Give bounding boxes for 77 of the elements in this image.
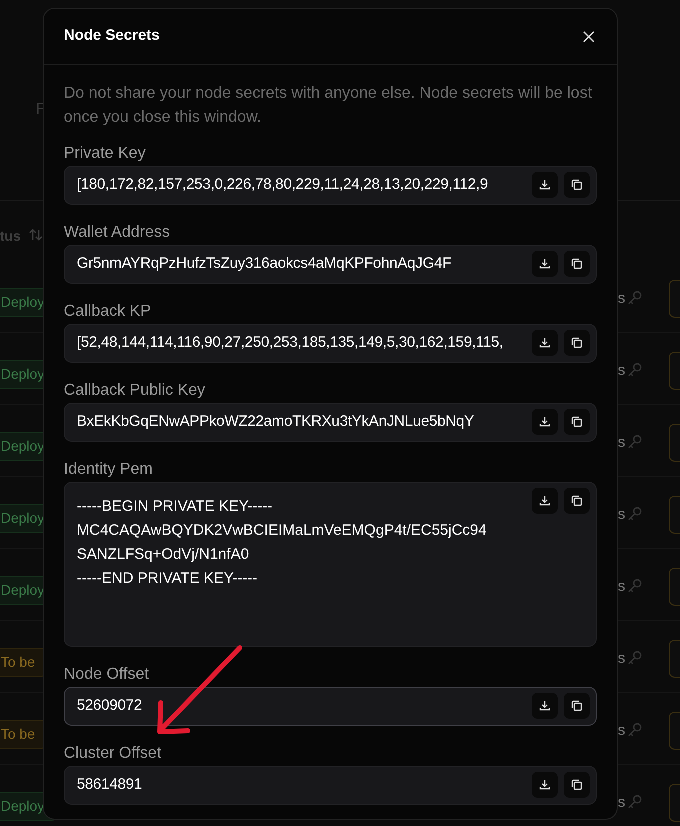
input-field[interactable]: 58614891 xyxy=(64,766,597,805)
action-button[interactable] xyxy=(669,568,680,606)
row-text: s xyxy=(618,505,626,525)
download-button[interactable] xyxy=(532,772,558,798)
download-icon xyxy=(539,337,551,349)
field-value: 58614891 xyxy=(77,775,142,796)
row-text: s xyxy=(618,793,626,813)
key-icon[interactable] xyxy=(627,794,643,810)
field-value: [52,48,144,114,116,90,27,250,253,185,135,149,5,30,162,159,115, xyxy=(77,333,504,354)
input-field[interactable]: -----BEGIN PRIVATE KEY----- MC4CAQAwBQYDK2VwBCIEIMaLmVeEMQgP4t/EC55jCc94 SANZLFSq+OdVj/N1nfA0 -----END PRIVATE KEY----- xyxy=(64,482,597,647)
field-value: Gr5nmAYRqPzHufzTsZuy316aokcs4aMqKPFohnAqJG4F xyxy=(77,254,452,274)
field-value: [180,172,82,157,253,0,226,78,80,229,11,24,28,13,20,229,112,9 xyxy=(77,175,488,196)
action-button[interactable] xyxy=(669,784,680,822)
copy-icon xyxy=(571,337,583,349)
field-value: BxEkKbGqENwAPPkoWZ22amoTKRXu3tYkAnJNLue5bNqY xyxy=(77,412,474,432)
field-label: Callback Public Key xyxy=(64,381,206,401)
download-icon xyxy=(539,179,551,191)
key-icon[interactable] xyxy=(627,722,643,738)
copy-icon xyxy=(571,416,583,428)
key-icon[interactable] xyxy=(627,506,643,522)
dialog-title: Node Secrets xyxy=(64,26,160,46)
copy-icon xyxy=(571,495,583,507)
download-button[interactable] xyxy=(532,409,558,435)
field-value: 52609072 xyxy=(77,696,142,716)
copy-button[interactable] xyxy=(564,330,590,356)
key-icon[interactable] xyxy=(627,578,643,594)
key-icon[interactable] xyxy=(627,434,643,450)
download-button[interactable] xyxy=(532,251,558,277)
copy-icon xyxy=(571,258,583,270)
input-field[interactable]: [180,172,82,157,253,0,226,78,80,229,11,24,28,13,20,229,112,9 xyxy=(64,166,597,205)
sort-icon[interactable] xyxy=(29,228,43,242)
download-button[interactable] xyxy=(532,330,558,356)
field-label: Private Key xyxy=(64,144,147,164)
copy-icon xyxy=(571,779,583,791)
download-button[interactable] xyxy=(532,693,558,719)
input-field[interactable]: Gr5nmAYRqPzHufzTsZuy316aokcs4aMqKPFohnAqJG4F xyxy=(64,245,597,284)
download-icon xyxy=(539,700,551,712)
action-button[interactable] xyxy=(669,424,680,462)
copy-button[interactable] xyxy=(564,251,590,277)
copy-button[interactable] xyxy=(564,488,590,514)
key-icon[interactable] xyxy=(627,650,643,666)
action-button[interactable] xyxy=(669,640,680,678)
download-button[interactable] xyxy=(532,488,558,514)
download-icon xyxy=(539,416,551,428)
field-label: Wallet Address xyxy=(64,223,172,243)
field-label: Node Offset xyxy=(64,665,150,685)
action-button[interactable] xyxy=(669,280,680,318)
warning-text: Do not share your node secrets with anyone else. Node secrets will be lost once you close this window. xyxy=(64,84,594,128)
row-text: s xyxy=(618,289,626,309)
copy-button[interactable] xyxy=(564,772,590,798)
copy-icon xyxy=(571,179,583,191)
key-icon[interactable] xyxy=(627,290,643,306)
field-label: Identity Pem xyxy=(64,460,154,480)
row-text: s xyxy=(618,361,626,381)
action-button[interactable] xyxy=(669,712,680,750)
row-text: s xyxy=(618,649,626,669)
row-text: s xyxy=(618,577,626,597)
key-icon[interactable] xyxy=(627,362,643,378)
action-button[interactable] xyxy=(669,496,680,534)
close-button[interactable] xyxy=(581,28,597,44)
row-text: s xyxy=(618,721,626,741)
input-field[interactable]: 52609072 xyxy=(64,687,597,726)
field-label: Cluster Offset xyxy=(64,744,163,764)
download-button[interactable] xyxy=(532,172,558,198)
field-value: -----BEGIN PRIVATE KEY----- MC4CAQAwBQYDK2VwBCIEIMaLmVeEMQgP4t/EC55jCc94 SANZLFSq+OdVj/N1nfA0 -----END PRIVATE KEY----- xyxy=(77,497,487,589)
download-icon xyxy=(539,258,551,270)
download-icon xyxy=(539,495,551,507)
download-icon xyxy=(539,779,551,791)
row-text: s xyxy=(618,433,626,453)
copy-icon xyxy=(571,700,583,712)
input-field[interactable]: [52,48,144,114,116,90,27,250,253,185,135,149,5,30,162,159,115, xyxy=(64,324,597,363)
copy-button[interactable] xyxy=(564,693,590,719)
input-field[interactable]: BxEkKbGqENwAPPkoWZ22amoTKRXu3tYkAnJNLue5bNqY xyxy=(64,403,597,442)
copy-button[interactable] xyxy=(564,172,590,198)
action-button[interactable] xyxy=(669,352,680,390)
field-label: Callback KP xyxy=(64,302,152,322)
copy-button[interactable] xyxy=(564,409,590,435)
